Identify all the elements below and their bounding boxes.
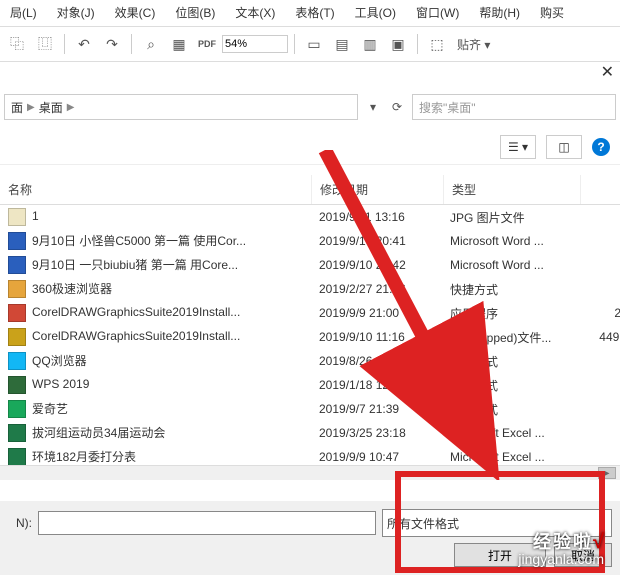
column-header-type[interactable]: 类型 xyxy=(444,175,581,204)
menu-item[interactable]: 购买 xyxy=(530,2,574,24)
file-type-select[interactable]: 所有文件格式 ⌄ xyxy=(382,509,612,537)
address-bar: 面 ▶ 桌面 ▶ ▾ ⟳ 搜索"桌面" xyxy=(0,92,620,122)
redo-icon[interactable]: ↷ xyxy=(99,31,125,57)
chevron-right-icon: ▶ xyxy=(67,102,75,113)
menu-item[interactable]: 帮助(H) xyxy=(469,2,530,24)
filename-input[interactable] xyxy=(38,511,376,535)
file-icon xyxy=(8,256,26,274)
breadcrumb-part[interactable]: 桌面 xyxy=(39,99,63,116)
snap-icon[interactable]: ⬚ xyxy=(424,31,450,57)
dialog-footer: N): 所有文件格式 ⌄ 打开 取消 xyxy=(0,501,620,575)
zoom-input[interactable] xyxy=(222,35,288,53)
file-row[interactable]: CorelDRAWGraphicsSuite2019Install...2019… xyxy=(0,301,620,325)
help-icon[interactable]: ? xyxy=(592,138,610,156)
file-icon xyxy=(8,424,26,442)
horizontal-scrollbar[interactable]: ▸ xyxy=(0,465,620,480)
file-icon xyxy=(8,304,26,322)
file-icon xyxy=(8,208,26,226)
toolbar: ⿻ ⿶ ↶ ↷ ⌕ ▦ PDF ▭ ▤ ▥ ▣ ⬚ 贴齐 ▾ xyxy=(0,27,620,62)
menu-item[interactable]: 文本(X) xyxy=(225,2,285,24)
column-header-size[interactable]: 大小 xyxy=(581,175,620,204)
file-row[interactable]: WPS 20192019/1/18 12:57快捷方式2 K xyxy=(0,373,620,397)
breadcrumb[interactable]: 面 ▶ 桌面 ▶ xyxy=(4,94,358,120)
column-header-name[interactable]: 名称 xyxy=(0,175,312,204)
file-row[interactable]: 爱奇艺2019/9/7 21:39快捷方式3 K xyxy=(0,397,620,421)
layout4-icon[interactable]: ▣ xyxy=(385,31,411,57)
open-button[interactable]: 打开 xyxy=(454,543,546,567)
copy-icon[interactable]: ⿻ xyxy=(4,31,30,57)
menu-item[interactable]: 效果(C) xyxy=(105,2,166,24)
file-icon xyxy=(8,328,26,346)
menu-bar: 局(L)对象(J)效果(C)位图(B)文本(X)表格(T)工具(O)窗口(W)帮… xyxy=(0,0,620,27)
column-header-date[interactable]: 修改日期 xyxy=(312,175,444,204)
menu-item[interactable]: 表格(T) xyxy=(285,2,344,24)
chevron-right-icon: ▶ xyxy=(27,102,35,113)
file-list: 名称 修改日期 类型 大小 12019/9/11 13:16JPG 图片文件77… xyxy=(0,175,620,470)
close-icon[interactable]: ✕ xyxy=(601,62,614,82)
file-icon xyxy=(8,448,26,466)
file-type-label: 所有文件格式 xyxy=(387,515,459,532)
dropdown-icon[interactable]: ▾ xyxy=(364,98,382,116)
menu-item[interactable]: 位图(B) xyxy=(165,2,225,24)
undo-icon[interactable]: ↶ xyxy=(71,31,97,57)
file-row[interactable]: QQ浏览器2019/8/26 12:09快捷方式3 K xyxy=(0,349,620,373)
paste-icon[interactable]: ⿶ xyxy=(32,31,58,57)
search-placeholder: 搜索"桌面" xyxy=(419,99,476,116)
align-button[interactable]: 贴齐 ▾ xyxy=(452,31,495,57)
file-row[interactable]: CorelDRAWGraphicsSuite2019Install...2019… xyxy=(0,325,620,349)
grid-icon[interactable]: ▦ xyxy=(166,31,192,57)
file-icon xyxy=(8,280,26,298)
cancel-button[interactable]: 取消 xyxy=(554,543,612,567)
refresh-icon[interactable]: ⟳ xyxy=(388,98,406,116)
column-header-row: 名称 修改日期 类型 大小 xyxy=(0,175,620,205)
file-row[interactable]: 拔河组运动员34届运动会2019/3/25 23:18Microsoft Exc… xyxy=(0,421,620,445)
breadcrumb-part[interactable]: 面 xyxy=(11,99,23,116)
search-icon[interactable]: ⌕ xyxy=(138,31,164,57)
file-icon xyxy=(8,376,26,394)
file-row[interactable]: 9月10日 小怪兽C5000 第一篇 使用Cor...2019/9/10 20:… xyxy=(0,229,620,253)
file-row[interactable]: 9月10日 一只biubiu猪 第一篇 用Core...2019/9/10 21… xyxy=(0,253,620,277)
menu-item[interactable]: 工具(O) xyxy=(345,2,406,24)
filename-label: N): xyxy=(8,516,32,530)
file-icon xyxy=(8,232,26,250)
layout1-icon[interactable]: ▭ xyxy=(301,31,327,57)
preview-pane-icon[interactable]: ◫ xyxy=(546,135,582,159)
view-controls: ☰ ▾ ◫ ? xyxy=(0,130,620,165)
file-icon xyxy=(8,400,26,418)
scroll-right-icon[interactable]: ▸ xyxy=(598,467,616,479)
pdf-icon[interactable]: PDF xyxy=(194,31,220,57)
file-icon xyxy=(8,352,26,370)
list-view-icon[interactable]: ☰ ▾ xyxy=(500,135,536,159)
menu-item[interactable]: 窗口(W) xyxy=(406,2,469,24)
file-row[interactable]: 360极速浏览器2019/2/27 21:56快捷方式3 K xyxy=(0,277,620,301)
layout3-icon[interactable]: ▥ xyxy=(357,31,383,57)
layout2-icon[interactable]: ▤ xyxy=(329,31,355,57)
menu-item[interactable]: 对象(J) xyxy=(47,2,105,24)
search-input[interactable]: 搜索"桌面" xyxy=(412,94,616,120)
menu-item[interactable]: 局(L) xyxy=(0,2,47,24)
chevron-down-icon: ⌄ xyxy=(597,516,607,530)
file-row[interactable]: 12019/9/11 13:16JPG 图片文件77 K xyxy=(0,205,620,229)
